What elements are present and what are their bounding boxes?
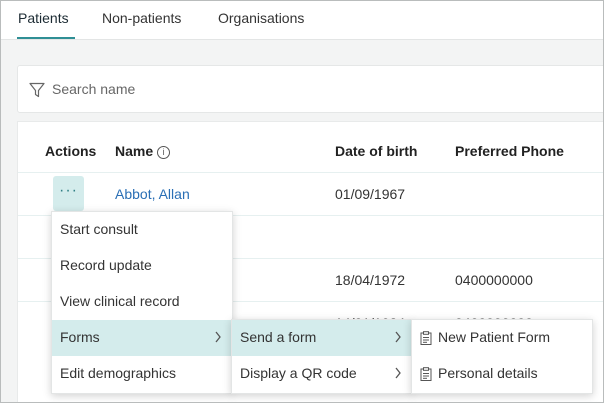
- menu-item-forms[interactable]: Forms: [52, 320, 232, 356]
- header-name-label: Name: [115, 143, 154, 159]
- tab-bar: Patients Non-patients Organisations: [1, 1, 603, 40]
- tab-non-patients[interactable]: Non-patients: [102, 10, 181, 26]
- menu-item-personal-details[interactable]: Personal details: [412, 356, 592, 392]
- filter-icon: [29, 82, 45, 98]
- chevron-right-icon: [395, 367, 401, 379]
- search-bar: [17, 65, 603, 113]
- app-frame: Patients Non-patients Organisations Acti…: [0, 0, 604, 403]
- chevron-right-icon: [395, 331, 401, 343]
- chevron-right-icon: [215, 331, 221, 343]
- row-actions-button[interactable]: ···: [53, 176, 84, 211]
- patient-dob: 01/09/1967: [335, 186, 406, 202]
- row-divider: [18, 172, 603, 173]
- menu-item-view-clinical-record[interactable]: View clinical record: [52, 284, 232, 320]
- info-icon[interactable]: i: [157, 146, 171, 159]
- patient-dob: 18/04/1972: [335, 272, 406, 288]
- forms-submenu: Send a form Display a QR code: [231, 319, 413, 394]
- tab-organisations[interactable]: Organisations: [218, 10, 304, 26]
- menu-item-display-qr-code[interactable]: Display a QR code: [232, 356, 412, 392]
- header-actions: Actions: [45, 143, 97, 159]
- menu-item-send-a-form[interactable]: Send a form: [232, 320, 412, 356]
- row-actions-menu: Start consult Record update View clinica…: [51, 211, 233, 394]
- tab-patients[interactable]: Patients: [18, 10, 69, 26]
- menu-item-start-consult[interactable]: Start consult: [52, 212, 232, 248]
- header-date-of-birth: Date of birth: [335, 143, 418, 159]
- menu-item-new-patient-form[interactable]: New Patient Form: [412, 320, 592, 356]
- header-preferred-phone: Preferred Phone: [455, 143, 564, 159]
- active-tab-indicator: [17, 37, 75, 39]
- patient-phone: 0400000000: [455, 272, 533, 288]
- clipboard-icon: [420, 331, 432, 345]
- patient-name-link[interactable]: Abbot, Allan: [115, 186, 190, 202]
- clipboard-icon: [420, 367, 432, 381]
- menu-item-edit-demographics[interactable]: Edit demographics: [52, 356, 232, 392]
- search-input[interactable]: [52, 78, 452, 100]
- menu-item-record-update[interactable]: Record update: [52, 248, 232, 284]
- send-form-submenu: New Patient Form Personal details: [411, 319, 593, 394]
- header-name: Name i: [115, 143, 171, 160]
